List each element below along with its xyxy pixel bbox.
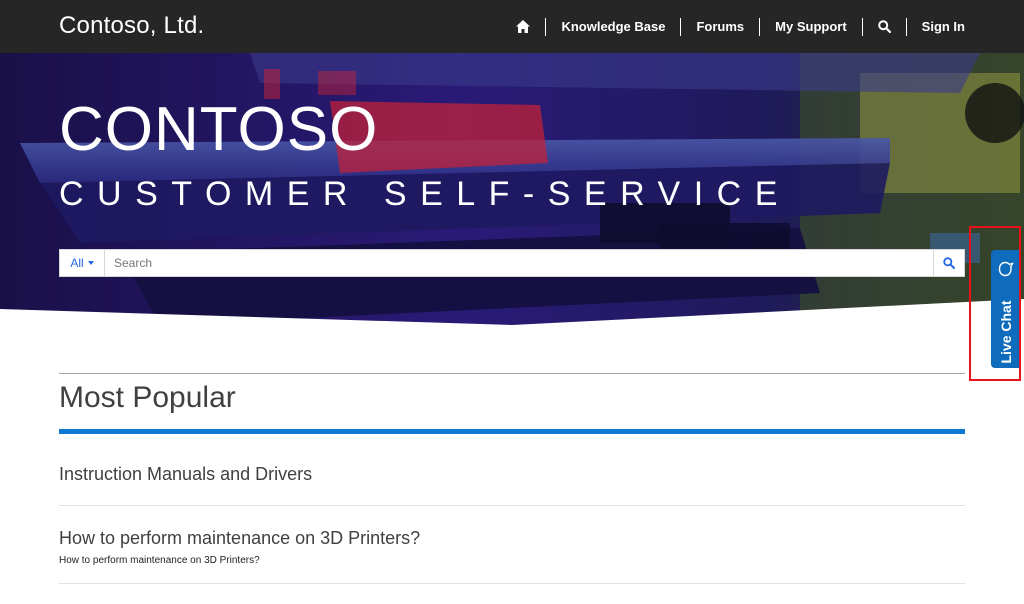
brand-logo-text[interactable]: Contoso, Ltd. [59, 12, 204, 40]
home-icon [516, 20, 531, 33]
live-chat-button[interactable]: Live Chat [991, 250, 1021, 368]
search-filter-dropdown[interactable]: All [60, 250, 105, 276]
nav-my-support[interactable]: My Support [760, 18, 862, 36]
search-filter-label: All [70, 256, 84, 270]
section-accent-bar [59, 429, 965, 434]
hero-subtitle: CUSTOMER SELF-SERVICE [59, 175, 791, 213]
nav-search[interactable] [863, 18, 906, 36]
nav-home[interactable] [501, 18, 545, 36]
hero-banner: CONTOSO CUSTOMER SELF-SERVICE [0, 53, 1024, 325]
main-nav: Knowledge Base Forums My Support Sign In [501, 0, 965, 53]
chat-bubble-icon [998, 261, 1014, 277]
list-item-title[interactable]: Instruction Manuals and Drivers [59, 460, 965, 488]
search-bar: All [59, 249, 965, 277]
section-divider [59, 373, 965, 374]
search-icon [943, 257, 955, 269]
search-button[interactable] [933, 250, 964, 276]
search-icon [877, 20, 891, 33]
list-item[interactable]: Instruction Manuals and Drivers [59, 460, 965, 506]
section-title-most-popular: Most Popular [59, 381, 236, 414]
hero-title: CONTOSO [59, 95, 379, 164]
nav-sign-in[interactable]: Sign In [907, 18, 965, 36]
nav-forums[interactable]: Forums [681, 18, 759, 36]
top-navbar: Contoso, Ltd. Knowledge Base Forums My S… [0, 0, 1024, 53]
caret-down-icon [87, 261, 94, 265]
nav-knowledge-base[interactable]: Knowledge Base [546, 18, 680, 36]
list-item-title[interactable]: How to perform maintenance on 3D Printer… [59, 524, 965, 552]
list-item-description: How to perform maintenance on 3D Printer… [59, 555, 260, 566]
list-item[interactable]: How to perform maintenance on 3D Printer… [59, 524, 965, 584]
live-chat-label: Live Chat [998, 300, 1014, 364]
search-input[interactable] [105, 250, 933, 276]
